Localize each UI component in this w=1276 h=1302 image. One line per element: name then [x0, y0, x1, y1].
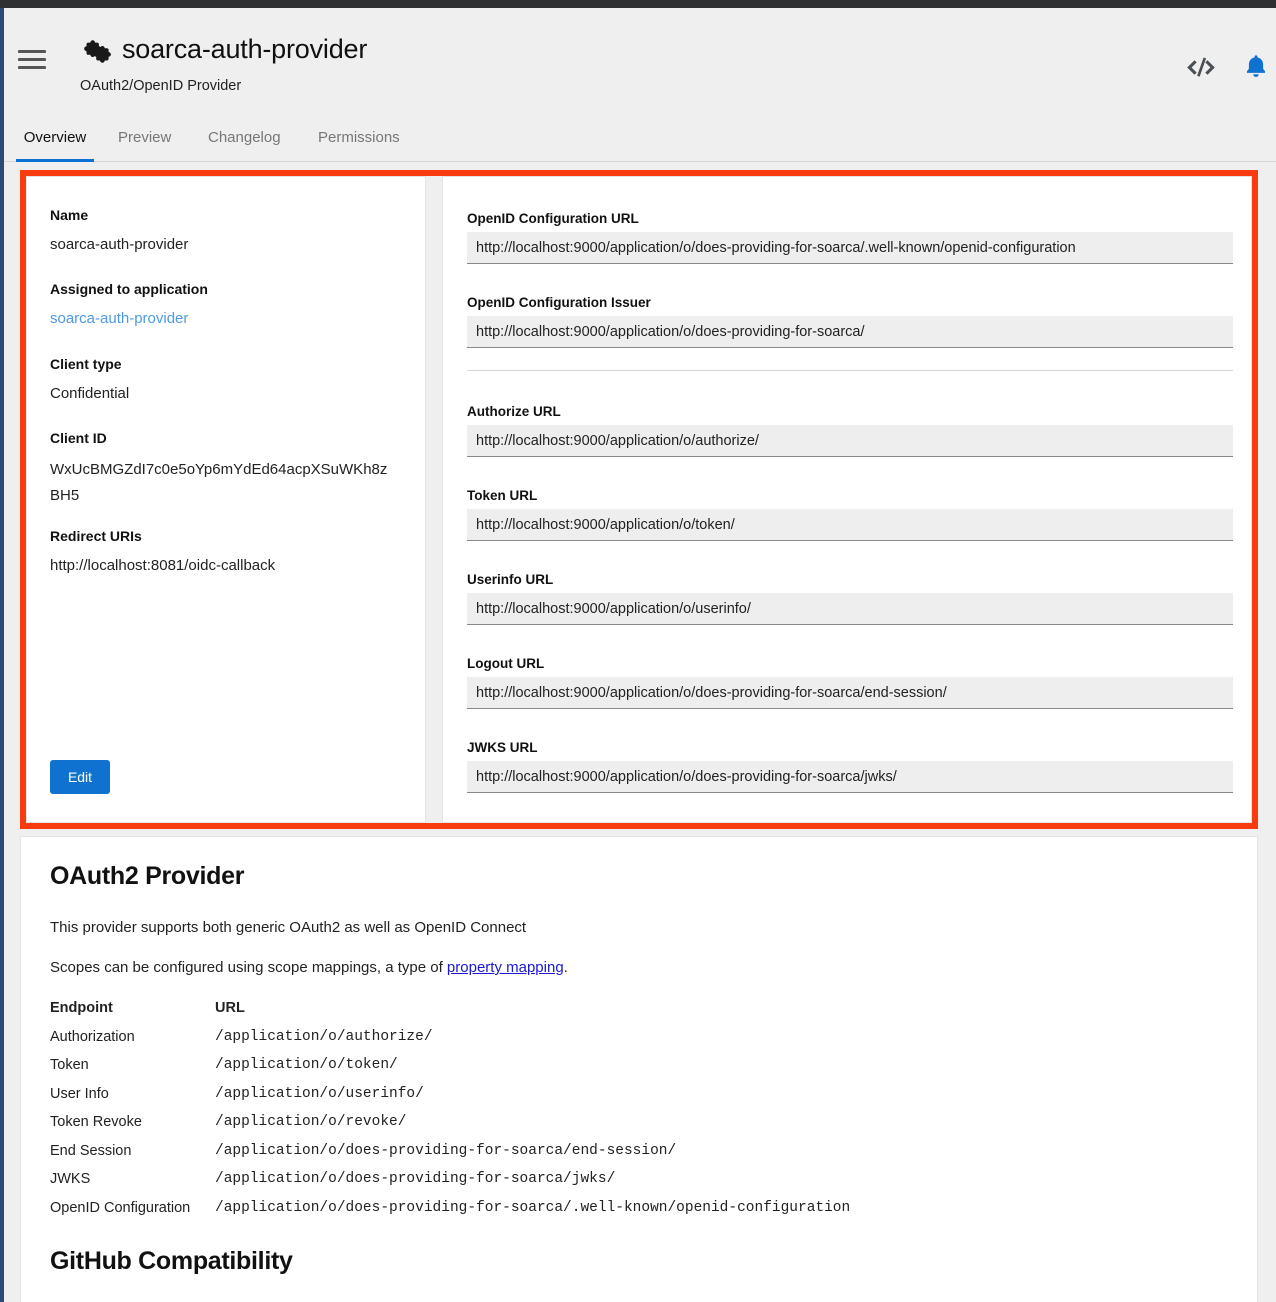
cell-url: /application/o/revoke/	[215, 1114, 407, 1130]
cell-url: /application/o/token/	[215, 1057, 398, 1073]
detail-label-client-type: Client type	[50, 356, 122, 372]
table-row: User Info /application/o/userinfo/	[50, 1086, 850, 1115]
column-header-url: URL	[215, 1000, 245, 1016]
bell-icon[interactable]	[1242, 52, 1270, 82]
documentation-paragraph-1: This provider supports both generic OAut…	[50, 919, 527, 936]
page-title: soarca-auth-provider	[122, 34, 368, 64]
table-row: Token /application/o/token/	[50, 1057, 850, 1086]
field-label: OpenID Configuration URL	[467, 211, 639, 226]
table-row: JWKS /application/o/does-providing-for-s…	[50, 1171, 850, 1200]
assigned-application-link[interactable]: soarca-auth-provider	[50, 310, 188, 327]
tab-bar: Overview Preview Changelog Permissions	[4, 119, 1276, 162]
table-header-row: Endpoint URL	[50, 1000, 850, 1029]
userinfo-url-input[interactable]	[467, 593, 1233, 625]
field-label: Logout URL	[467, 656, 545, 671]
detail-value-text: http://localhost:8081/oidc-callback	[50, 557, 276, 574]
detail-label-name: Name	[50, 207, 88, 223]
detail-label-text: Name	[50, 207, 89, 223]
field-authorize-url: Authorize URL	[467, 404, 1233, 457]
detail-value-client-id: WxUcBMGZdI7c0e5oYp6mYdEd64acpXSuWKh8zBH5	[50, 457, 395, 509]
table-row: Token Revoke /application/o/revoke/	[50, 1114, 850, 1143]
detail-value-name: soarca-auth-provider	[50, 236, 188, 253]
endpoints-table: Endpoint URL Authorization /application/…	[50, 1000, 850, 1228]
detail-value-assigned-application[interactable]: soarca-auth-provider	[50, 310, 188, 328]
token-url-input[interactable]	[467, 509, 1233, 541]
detail-label-client-id: Client ID	[50, 430, 107, 446]
field-label: JWKS URL	[467, 740, 538, 755]
detail-label-text: Client type	[50, 356, 122, 372]
tab-bar-underline	[4, 161, 1276, 162]
cell-url: /application/o/userinfo/	[215, 1085, 424, 1102]
paragraph-2-text-before: Scopes can be configured using scope map…	[50, 959, 447, 976]
cell-url: /application/o/does-providing-for-soarca…	[215, 1171, 616, 1187]
page-header: soarca-auth-provider OAuth2/OpenID Provi…	[4, 8, 1276, 119]
detail-label-redirect-uris: Redirect URIs	[50, 528, 142, 544]
field-userinfo-url: Userinfo URL	[467, 572, 1233, 625]
detail-value-redirect-uris: http://localhost:8081/oidc-callback	[50, 557, 275, 574]
table-row: End Session /application/o/does-providin…	[50, 1143, 850, 1172]
detail-label-text: Client ID	[50, 430, 107, 446]
field-token-url: Token URL	[467, 488, 1233, 541]
column-header-endpoint: Endpoint	[50, 1000, 113, 1016]
section-divider	[467, 370, 1233, 371]
hamburger-menu-icon[interactable]	[18, 50, 46, 72]
window-top-chrome	[0, 0, 1276, 8]
jwks-url-input[interactable]	[467, 761, 1233, 793]
cell-endpoint: End Session	[50, 1142, 132, 1159]
authorize-url-input[interactable]	[467, 425, 1233, 457]
tab-overview[interactable]: Overview	[16, 119, 94, 162]
cell-endpoint: User Info	[50, 1085, 109, 1102]
field-label: Authorize URL	[467, 404, 561, 419]
cell-endpoint: Token	[50, 1057, 89, 1073]
field-label: Token URL	[467, 488, 538, 503]
logout-url-input[interactable]	[467, 677, 1233, 709]
left-edge-accent	[0, 8, 4, 1302]
code-brackets-icon[interactable]	[1182, 52, 1220, 82]
cell-endpoint: Authorization	[50, 1028, 135, 1045]
documentation-heading: OAuth2 Provider	[50, 862, 245, 890]
paragraph-2-text-after: .	[563, 959, 568, 976]
detail-value-client-type: Confidential	[50, 385, 129, 402]
github-compatibility-heading: GitHub Compatibility	[50, 1247, 293, 1275]
detail-label-assigned-application: Assigned to application	[50, 281, 208, 297]
cell-endpoint: OpenID Configuration	[50, 1199, 191, 1216]
cell-url: /application/o/does-providing-for-soarca…	[215, 1199, 851, 1216]
tab-preview[interactable]: Preview	[118, 119, 171, 162]
tab-permissions[interactable]: Permissions	[318, 119, 400, 162]
documentation-paragraph-2: Scopes can be configured using scope map…	[50, 959, 568, 976]
field-label: Userinfo URL	[467, 572, 554, 587]
field-jwks-url: JWKS URL	[467, 740, 1233, 793]
field-logout-url: Logout URL	[467, 656, 1233, 709]
page-subtitle: OAuth2/OpenID Provider	[80, 78, 242, 94]
openid-configuration-issuer-input[interactable]	[467, 316, 1233, 348]
field-label: OpenID Configuration Issuer	[467, 295, 651, 310]
field-openid-configuration-url: OpenID Configuration URL	[467, 211, 1233, 264]
table-row: OpenID Configuration /application/o/does…	[50, 1200, 850, 1229]
cell-url: /application/o/does-providing-for-soarca…	[215, 1142, 677, 1159]
cell-url: /application/o/authorize/	[215, 1028, 433, 1045]
field-openid-configuration-issuer: OpenID Configuration Issuer	[467, 295, 1233, 348]
detail-label-text: Redirect URIs	[50, 528, 142, 544]
property-mapping-link[interactable]: property mapping	[447, 959, 564, 976]
cell-endpoint: JWKS	[50, 1171, 91, 1187]
detail-value-text: WxUcBMGZdI7c0e5oYp6mYdEd64acpXSuWKh8zBH5	[50, 461, 388, 504]
detail-value-text: Confidential	[50, 385, 130, 402]
openid-configuration-url-input[interactable]	[467, 232, 1233, 264]
detail-label-text: Assigned to application	[50, 281, 208, 297]
edit-button[interactable]: Edit	[50, 760, 110, 794]
cell-endpoint: Token Revoke	[50, 1114, 142, 1130]
table-row: Authorization /application/o/authorize/	[50, 1029, 850, 1058]
page-root: soarca-auth-provider OAuth2/OpenID Provi…	[0, 0, 1276, 1302]
tab-changelog[interactable]: Changelog	[208, 119, 281, 162]
puzzle-icon	[80, 37, 114, 67]
detail-value-text: soarca-auth-provider	[50, 236, 189, 253]
